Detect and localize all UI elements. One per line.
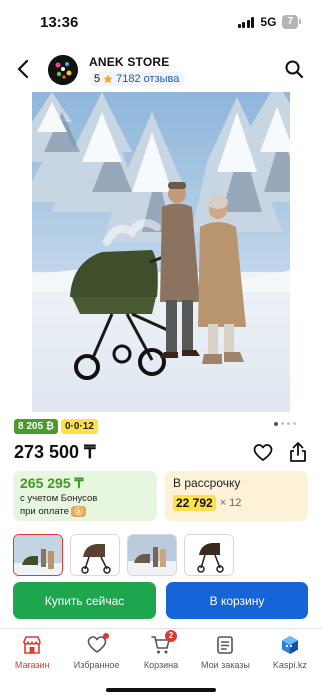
pager-dot	[287, 422, 290, 425]
network-type: 5G	[260, 15, 277, 29]
tab-label-store: Магазин	[14, 660, 50, 670]
tab-label-orders: Мои заказы	[200, 660, 250, 670]
tab-label-cart: Корзина	[143, 660, 179, 670]
product-price: 273 500 ₸	[14, 442, 96, 462]
installment-title: В рассрочку	[173, 476, 241, 490]
share-icon[interactable]	[288, 441, 308, 463]
installment-badge: 0·0·12	[60, 419, 98, 434]
kaspi-app-icon	[281, 636, 298, 654]
status-indicators: 5G 7	[237, 15, 301, 29]
installment-amount: 22 792	[173, 495, 216, 511]
tab-store[interactable]: Магазин	[0, 630, 64, 674]
store-header: ANEK STORE 5 7182 отзыва	[0, 50, 322, 92]
pager-dot	[293, 422, 296, 425]
bonus-price: 265 295 ₸	[20, 475, 84, 491]
chevron-left-icon[interactable]	[14, 58, 34, 80]
tab-favorites[interactable]: Избранное	[64, 630, 128, 674]
cart-icon-wrap: 2	[151, 630, 178, 655]
bonus-line-1: с учетом Бонусов	[20, 493, 98, 504]
store-logo[interactable]	[48, 55, 78, 85]
tabbar-divider	[0, 628, 322, 629]
bonus-badge: 8 205 ₿	[14, 419, 58, 434]
tab-orders[interactable]: Мои заказы	[193, 630, 257, 674]
family-stroller-winter-photo	[32, 92, 290, 412]
thumbnail-2[interactable]	[70, 534, 120, 576]
favorites-icon-wrap	[87, 633, 109, 655]
installment-row: 22 792 × 12	[173, 495, 300, 511]
thumbnail-4[interactable]	[184, 534, 234, 576]
status-time: 13:36	[40, 14, 79, 31]
tab-kaspi[interactable]: Kaspi.kz	[258, 630, 322, 674]
orders-icon	[217, 636, 234, 654]
coin-icon: ⓑ	[70, 505, 86, 517]
photo-stroller-icon	[71, 535, 119, 575]
product-image[interactable]	[32, 92, 290, 412]
product-badges: 8 205 ₿ 0·0·12	[14, 419, 98, 434]
bottom-tab-bar: Магазин Избранное 2 Корзина Мои заказы K…	[0, 630, 322, 674]
bonus-line-2: при оплате	[20, 506, 69, 517]
add-to-cart-button[interactable]: В корзину	[166, 582, 308, 619]
home-indicator	[106, 688, 216, 692]
tab-cart[interactable]: 2 Корзина	[129, 630, 193, 674]
heart-icon[interactable]	[253, 443, 273, 463]
bonus-price-card[interactable]: 265 295 ₸ с учетом Бонусов при оплате ⓑ	[13, 471, 157, 521]
store-name[interactable]: ANEK STORE	[89, 55, 169, 69]
photo-family-icon	[128, 535, 176, 575]
installment-months: × 12	[219, 497, 242, 509]
battery-icon: 7	[282, 15, 301, 29]
thumbnail-3[interactable]	[127, 534, 177, 576]
tab-label-favorites: Избранное	[73, 660, 120, 670]
tab-label-kaspi: Kaspi.kz	[272, 660, 307, 670]
thumbnail-1[interactable]	[13, 534, 63, 576]
rating-value: 5	[94, 73, 101, 85]
star-icon	[103, 74, 113, 84]
photo-stroller-icon	[185, 535, 233, 575]
cart-count-badge: 2	[165, 630, 178, 642]
photo-family-icon	[14, 535, 62, 575]
pager-dot	[281, 422, 284, 425]
pager-dot	[274, 421, 278, 426]
bonus-line-2-wrap: при оплате ⓑ	[20, 505, 150, 518]
status-bar: 13:36 5G 7	[0, 0, 322, 44]
notification-dot	[102, 633, 109, 639]
image-pager	[274, 421, 296, 426]
reviews-count: 7182 отзыва	[116, 73, 180, 85]
installment-card[interactable]: В рассрочку 22 792 × 12	[165, 471, 308, 521]
store-rating[interactable]: 5 7182 отзыва	[89, 72, 186, 86]
buy-now-button[interactable]: Купить сейчас	[13, 582, 156, 619]
store-icon	[23, 636, 42, 654]
search-icon[interactable]	[284, 59, 304, 79]
signal-icon	[237, 16, 255, 28]
thumbnail-strip	[13, 534, 234, 576]
